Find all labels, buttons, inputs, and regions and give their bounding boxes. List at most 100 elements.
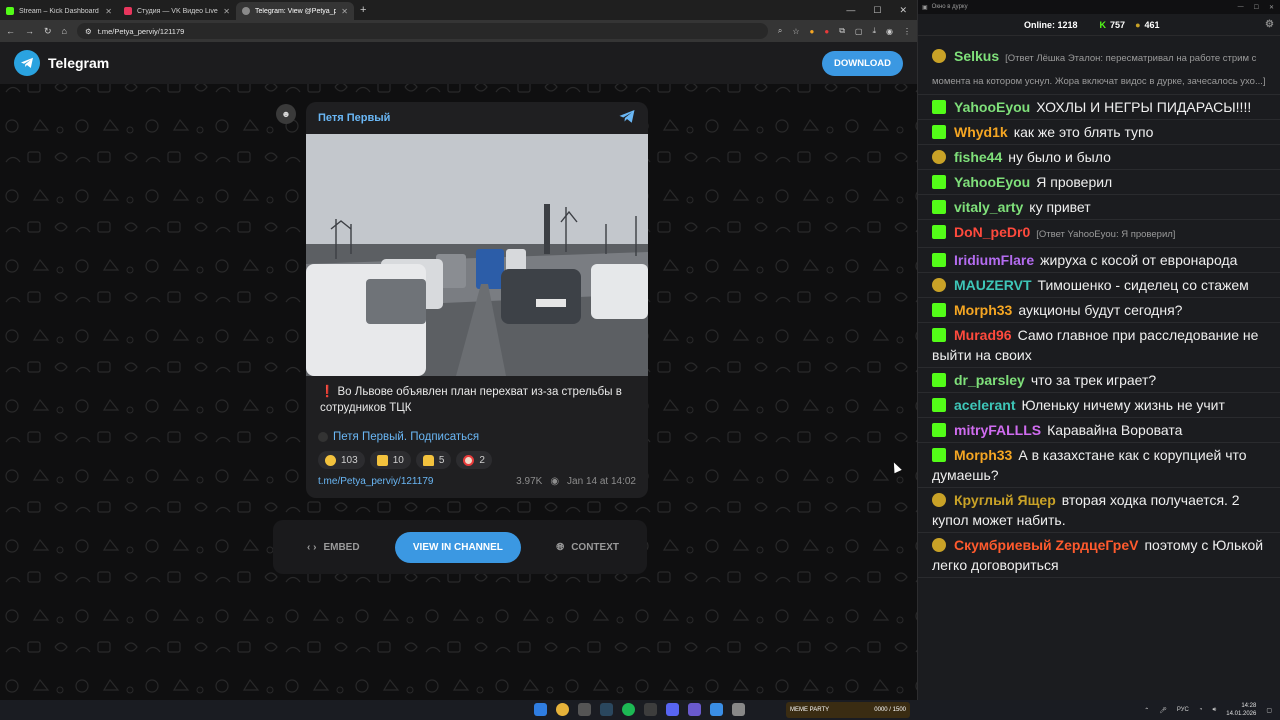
chat-nick[interactable]: Morph33 [954, 302, 1012, 318]
reaction-sad[interactable]: 103 [318, 451, 365, 469]
close-window-icon[interactable]: ✕ [1269, 4, 1274, 11]
meme-party-widget[interactable]: MEME PARTY 0000 / 1500 [786, 702, 910, 718]
reaction-count: 10 [392, 454, 404, 466]
language-indicator[interactable]: РУС [1177, 707, 1189, 713]
reaction-thumbs-up[interactable]: 10 [369, 451, 411, 469]
telegram-plane-icon[interactable] [618, 109, 636, 128]
spotify-icon[interactable] [622, 703, 635, 716]
telegram-brand[interactable]: Telegram [48, 55, 109, 71]
extension-icon[interactable]: ● [810, 27, 815, 36]
chat-message: IridiumFlare жируха с косой от евронарода [918, 248, 1280, 273]
chat-nick[interactable]: MAUZERVT [954, 277, 1032, 293]
chat-nick[interactable]: Скумбриевый ZeрдцеГреV [954, 537, 1138, 553]
chat-nick[interactable]: dr_parsley [954, 372, 1025, 388]
post-meta: 3.97K ◉ Jan 14 at 14:02 [516, 476, 636, 487]
download-icon[interactable]: ⤓ [872, 26, 876, 36]
close-window-icon[interactable]: ✕ [899, 5, 907, 16]
chat-nick[interactable]: Whyd1k [954, 124, 1008, 140]
post-link[interactable]: t.me/Petya_perviy/121179 [318, 476, 433, 487]
subscribe-text[interactable]: Петя Первый. Подписаться [333, 431, 479, 443]
home-icon[interactable]: ⌂ [62, 26, 67, 36]
new-tab-button[interactable]: + [354, 4, 372, 16]
chat-nick[interactable]: Murad96 [954, 327, 1012, 343]
discord-icon[interactable] [666, 703, 679, 716]
maximize-icon[interactable]: ☐ [873, 5, 881, 16]
reload-icon[interactable]: ↻ [44, 26, 52, 37]
telegram-icon[interactable] [710, 703, 723, 716]
minimize-icon[interactable]: — [846, 5, 855, 16]
chevron-up-icon[interactable]: ⌃ [1144, 707, 1149, 714]
search-icon[interactable] [578, 703, 591, 716]
volume-icon[interactable]: 🔊︎ [1213, 707, 1217, 714]
chat-nick[interactable]: DoN_peDr0 [954, 224, 1030, 240]
site-info-icon[interactable]: ⚙ [85, 27, 92, 36]
chat-nick[interactable]: vitaly_arty [954, 199, 1023, 215]
wifi-icon[interactable]: ◔ [1199, 707, 1203, 713]
bookmark-star-icon[interactable]: ☆ [792, 27, 799, 36]
embed-label: EMBED [323, 541, 360, 553]
sidebar-icon[interactable]: ▢ [855, 27, 863, 36]
chat-nick[interactable]: IridiumFlare [954, 252, 1034, 268]
app-icon[interactable] [732, 703, 745, 716]
download-button[interactable]: DOWNLOAD [822, 50, 903, 76]
extensions-puzzle-icon[interactable]: ⧉ [839, 26, 845, 36]
chat-nick[interactable]: Круглый Ящер [954, 492, 1056, 508]
channel-name[interactable]: Петя Первый [318, 112, 390, 124]
app-icon[interactable] [688, 703, 701, 716]
subscribe-link[interactable]: Петя Первый. Подписаться [306, 416, 648, 443]
close-icon[interactable]: ✕ [223, 7, 230, 16]
microphone-icon[interactable]: 🎤︎ [1159, 707, 1167, 714]
chat-nick[interactable]: Morph33 [954, 447, 1012, 463]
reaction-clown[interactable]: 2 [456, 451, 492, 469]
minimize-icon[interactable]: — [1238, 4, 1244, 11]
tab-telegram[interactable]: Telegram: View @Petya_perviy ✕ [236, 2, 354, 20]
view-in-channel-button[interactable]: VIEW IN CHANNEL [394, 531, 521, 563]
tab-vk-studio[interactable]: Студия — VK Видео Live ✕ [118, 2, 236, 20]
tab-kick-dashboard[interactable]: Stream – Kick Dashboard ✕ [0, 2, 118, 20]
browser-window: Stream – Kick Dashboard ✕ Студия — VK Ви… [0, 0, 917, 700]
profile-icon[interactable]: ◉ [886, 27, 893, 36]
context-label: CONTEXT [571, 541, 619, 553]
zoom-icon[interactable]: ⌕ [778, 26, 782, 36]
menu-icon[interactable]: ⋮ [903, 27, 911, 36]
online-counter: Online: 1218 [1024, 20, 1078, 30]
obs-icon[interactable] [644, 703, 657, 716]
chat-nick[interactable]: fishe44 [954, 149, 1002, 165]
kick-badge-icon [932, 423, 946, 437]
address-bar: ← → ↻ ⌂ ⚙ t.me/Petya_perviy/121179 ⌕ ☆ ●… [0, 20, 917, 42]
maximize-icon[interactable]: ☐ [1254, 4, 1259, 11]
extension-red-icon[interactable]: ● [824, 27, 829, 36]
chrome-icon[interactable] [556, 703, 569, 716]
post-photo[interactable] [306, 134, 648, 376]
chat-nick[interactable]: YahooEyou [954, 99, 1030, 115]
reaction-pray[interactable]: 5 [415, 451, 452, 469]
chat-text: как же это блять тупо [1013, 124, 1154, 140]
chat-nick[interactable]: Selkus [954, 48, 999, 64]
notification-icon[interactable]: ▢ [1266, 707, 1272, 714]
chat-text: что за трек играет? [1030, 372, 1157, 388]
post-card: Петя Первый ❗ Во Львове объявлен план пе… [306, 102, 648, 498]
forward-icon[interactable]: → [25, 26, 34, 36]
thumbs-up-icon [376, 454, 388, 466]
context-button[interactable]: 🌐︎ CONTEXT [556, 542, 619, 553]
url-field[interactable]: ⚙ t.me/Petya_perviy/121179 [76, 23, 768, 39]
embed-button[interactable]: ‹ › EMBED [307, 542, 360, 553]
telegram-logo-icon[interactable] [14, 50, 40, 76]
chat-nick[interactable]: mitryFALLLS [954, 422, 1041, 438]
close-icon[interactable]: ✕ [341, 7, 348, 16]
settings-icon[interactable]: ⚙ [1265, 19, 1274, 30]
reply-quote: [Ответ YahooEyou: Я проверил] [1036, 229, 1176, 240]
channel-avatar[interactable]: ☻ [276, 104, 296, 124]
close-icon[interactable]: ✕ [105, 7, 112, 16]
start-icon[interactable] [534, 703, 547, 716]
online-count: 1218 [1057, 19, 1078, 30]
clock[interactable]: 14:28 14.01.2026 [1226, 702, 1256, 718]
back-icon[interactable]: ← [6, 26, 15, 36]
chat-nick[interactable]: acelerant [954, 397, 1015, 413]
chat-nick[interactable]: YahooEyou [954, 174, 1030, 190]
chat-message: Morph33 А в казахстане как с корупцией чт… [918, 443, 1280, 488]
chat-message: YahooEyou Я проверил [918, 170, 1280, 195]
steam-icon[interactable] [600, 703, 613, 716]
kick-badge-icon [932, 125, 946, 139]
chat-text: ну было и было [1008, 149, 1111, 165]
